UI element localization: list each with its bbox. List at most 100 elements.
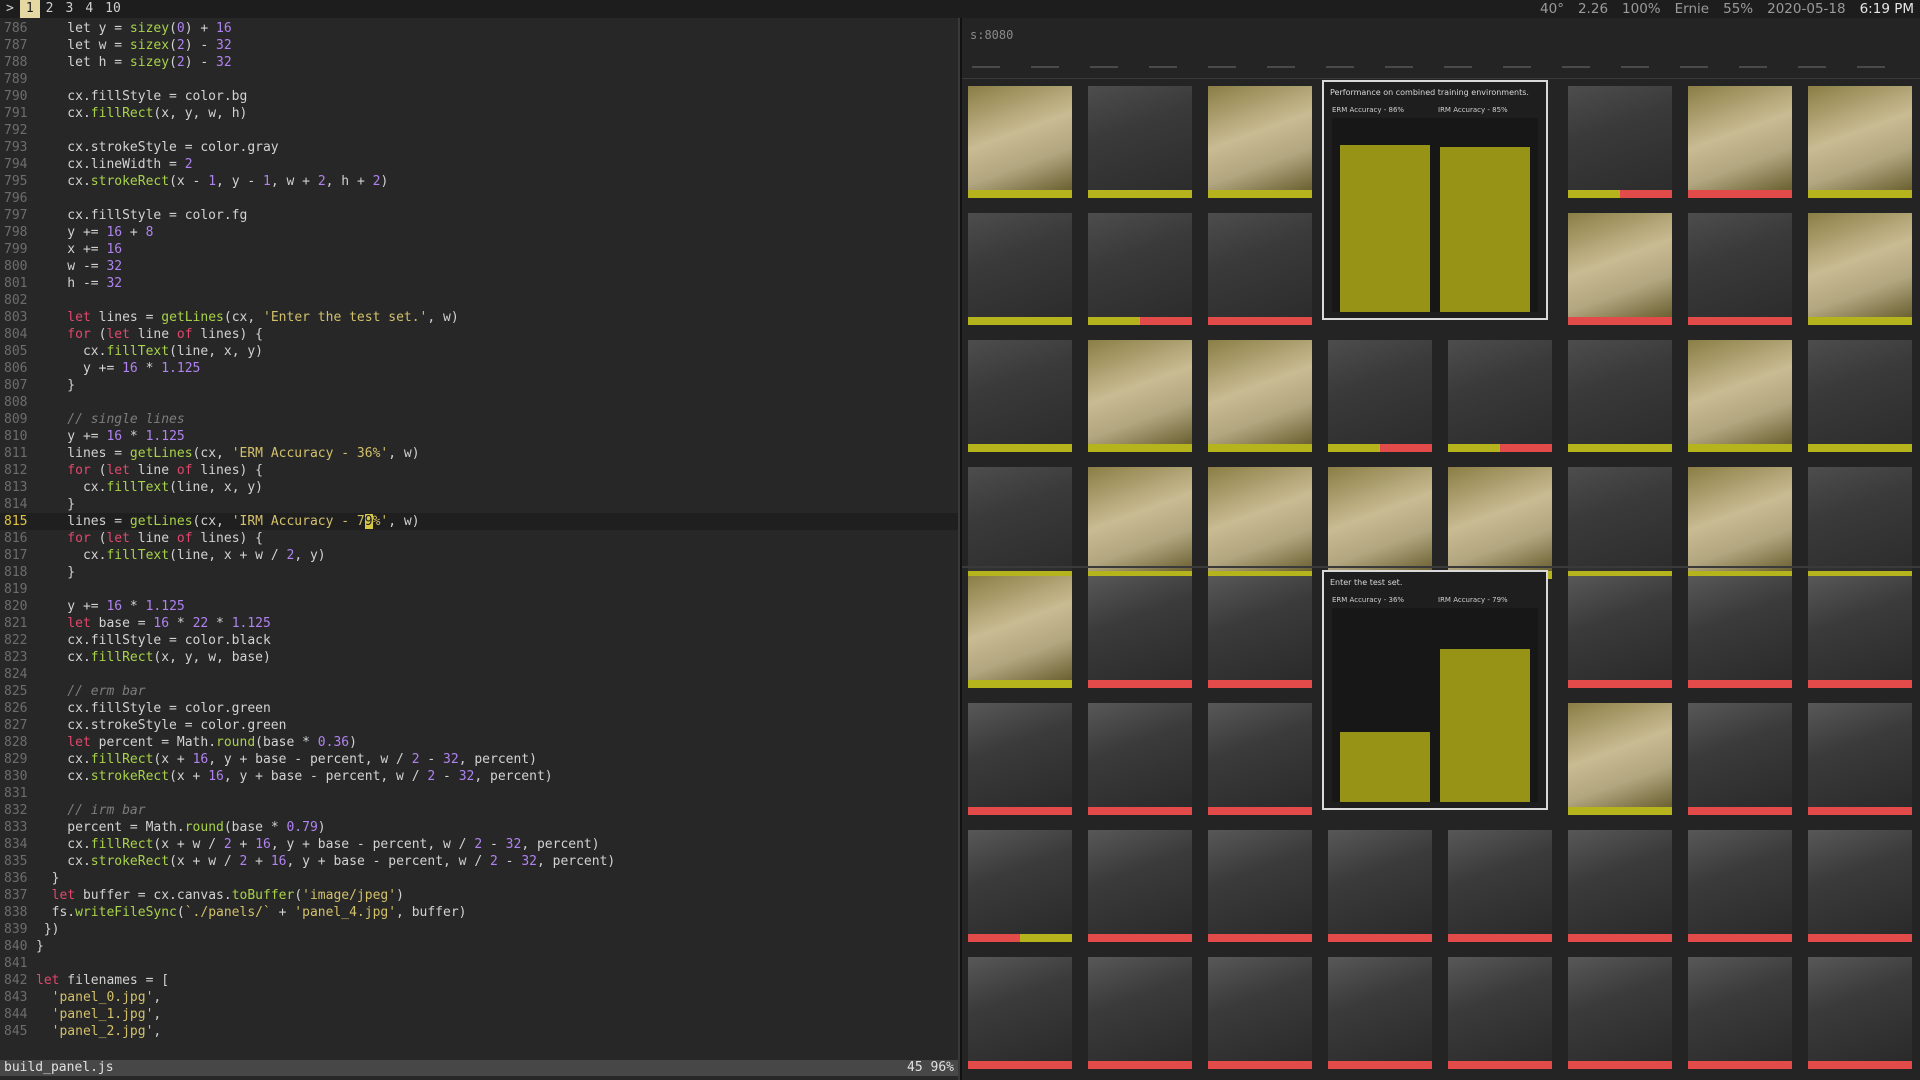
thumbnail[interactable]	[1448, 340, 1552, 452]
code-line[interactable]: 805 cx.fillText(line, x, y)	[0, 343, 958, 360]
code-line[interactable]: 842 let filenames = [	[0, 972, 958, 989]
code-line[interactable]: 803 let lines = getLines(cx, 'Enter the …	[0, 309, 958, 326]
thumbnail[interactable]	[968, 213, 1072, 325]
code-line[interactable]: 825 // erm bar	[0, 683, 958, 700]
thumbnail[interactable]	[1208, 467, 1312, 579]
code-line[interactable]: 821 let base = 16 * 22 * 1.125	[0, 615, 958, 632]
code-line[interactable]: 790 cx.fillStyle = color.bg	[0, 88, 958, 105]
thumbnail[interactable]	[1328, 957, 1432, 1069]
thumbnail[interactable]	[1688, 576, 1792, 688]
code-line[interactable]: 792	[0, 122, 958, 139]
code-line[interactable]: 787 let w = sizex(2) - 32	[0, 37, 958, 54]
thumbnail[interactable]	[968, 86, 1072, 198]
thumbnail[interactable]	[1088, 467, 1192, 579]
code-line[interactable]: 804 for (let line of lines) {	[0, 326, 958, 343]
thumbnail[interactable]	[968, 576, 1072, 688]
thumbnail[interactable]	[1688, 703, 1792, 815]
code-line[interactable]: 832 // irm bar	[0, 802, 958, 819]
thumbnail[interactable]	[1688, 340, 1792, 452]
thumbnail[interactable]	[1088, 576, 1192, 688]
thumbnail[interactable]	[1448, 467, 1552, 579]
thumbnail[interactable]	[1568, 86, 1672, 198]
code-line[interactable]: 829 cx.fillRect(x + 16, y + base - perce…	[0, 751, 958, 768]
code-line[interactable]: 812 for (let line of lines) {	[0, 462, 958, 479]
code-line[interactable]: 807 }	[0, 377, 958, 394]
code-line[interactable]: 813 cx.fillText(line, x, y)	[0, 479, 958, 496]
code-line[interactable]: 786 let y = sizey(0) + 16	[0, 20, 958, 37]
code-line[interactable]: 840}	[0, 938, 958, 955]
code-line[interactable]: 837 let buffer = cx.canvas.toBuffer('ima…	[0, 887, 958, 904]
code-line[interactable]: 839 })	[0, 921, 958, 938]
code-line[interactable]: 845 'panel_2.jpg',	[0, 1023, 958, 1040]
thumbnail[interactable]	[1208, 830, 1312, 942]
thumbnail[interactable]	[1208, 576, 1312, 688]
thumbnail[interactable]	[1808, 86, 1912, 198]
code-line[interactable]: 820 y += 16 * 1.125	[0, 598, 958, 615]
thumbnail[interactable]	[1088, 213, 1192, 325]
code-line[interactable]: 788 let h = sizey(2) - 32	[0, 54, 958, 71]
thumbnail[interactable]	[1568, 830, 1672, 942]
code-line[interactable]: 789	[0, 71, 958, 88]
code-line[interactable]: 802	[0, 292, 958, 309]
code-line[interactable]: 826 cx.fillStyle = color.green	[0, 700, 958, 717]
thumbnail[interactable]	[1328, 830, 1432, 942]
thumbnail[interactable]	[1808, 703, 1912, 815]
thumbnail[interactable]	[1088, 957, 1192, 1069]
thumbnail[interactable]	[1448, 830, 1552, 942]
thumbnail[interactable]	[1208, 703, 1312, 815]
code-line[interactable]: 843 'panel_0.jpg',	[0, 989, 958, 1006]
thumbnail[interactable]	[968, 467, 1072, 579]
code-line[interactable]: 793 cx.strokeStyle = color.gray	[0, 139, 958, 156]
code-line[interactable]: 797 cx.fillStyle = color.fg	[0, 207, 958, 224]
code-line[interactable]: 830 cx.strokeRect(x + 16, y + base - per…	[0, 768, 958, 785]
thumbnail[interactable]	[1088, 86, 1192, 198]
code-line[interactable]: 810 y += 16 * 1.125	[0, 428, 958, 445]
thumbnail[interactable]	[1088, 830, 1192, 942]
thumbnail[interactable]	[1088, 340, 1192, 452]
thumbnail[interactable]	[968, 703, 1072, 815]
thumbnail[interactable]	[1208, 340, 1312, 452]
thumbnail[interactable]	[1208, 957, 1312, 1069]
code-line[interactable]: 801 h -= 32	[0, 275, 958, 292]
thumbnail[interactable]	[1328, 340, 1432, 452]
code-line[interactable]: 841	[0, 955, 958, 972]
code-line[interactable]: 838 fs.writeFileSync(`./panels/` + 'pane…	[0, 904, 958, 921]
thumbnail[interactable]	[1568, 703, 1672, 815]
code-line[interactable]: 835 cx.strokeRect(x + w / 2 + 16, y + ba…	[0, 853, 958, 870]
image-viewer[interactable]: s:8080 Performance on combined training …	[962, 18, 1920, 1080]
code-line[interactable]: 815 lines = getLines(cx, 'IRM Accuracy -…	[0, 513, 958, 530]
thumbnail[interactable]	[1568, 957, 1672, 1069]
code-line[interactable]: 827 cx.strokeStyle = color.green	[0, 717, 958, 734]
thumbnail[interactable]	[1808, 957, 1912, 1069]
code-lines[interactable]: 786 let y = sizey(0) + 16 787 let w = siz…	[0, 20, 958, 1040]
code-line[interactable]: 798 y += 16 + 8	[0, 224, 958, 241]
thumbnail[interactable]	[1808, 340, 1912, 452]
code-line[interactable]: 796	[0, 190, 958, 207]
thumbnail[interactable]	[1688, 86, 1792, 198]
code-line[interactable]: 828 let percent = Math.round(base * 0.36…	[0, 734, 958, 751]
code-editor[interactable]: 786 let y = sizey(0) + 16 787 let w = siz…	[0, 18, 960, 1080]
code-line[interactable]: 811 lines = getLines(cx, 'ERM Accuracy -…	[0, 445, 958, 462]
code-line[interactable]: 844 'panel_1.jpg',	[0, 1006, 958, 1023]
code-line[interactable]: 822 cx.fillStyle = color.black	[0, 632, 958, 649]
thumbnail[interactable]	[1568, 467, 1672, 579]
thumbnail[interactable]	[1568, 213, 1672, 325]
code-line[interactable]: 791 cx.fillRect(x, y, w, h)	[0, 105, 958, 122]
thumbnail[interactable]	[1808, 467, 1912, 579]
code-line[interactable]: 833 percent = Math.round(base * 0.79)	[0, 819, 958, 836]
thumbnail[interactable]	[1688, 957, 1792, 1069]
code-line[interactable]: 823 cx.fillRect(x, y, w, base)	[0, 649, 958, 666]
thumbnail[interactable]	[1208, 86, 1312, 198]
thumbnail[interactable]	[968, 957, 1072, 1069]
code-line[interactable]: 816 for (let line of lines) {	[0, 530, 958, 547]
thumbnail[interactable]	[1568, 576, 1672, 688]
thumbnail[interactable]	[968, 830, 1072, 942]
code-line[interactable]: 800 w -= 32	[0, 258, 958, 275]
thumbnail[interactable]	[1328, 467, 1432, 579]
thumbnail[interactable]	[1208, 213, 1312, 325]
workspace-3[interactable]: 3	[59, 0, 79, 18]
code-line[interactable]: 808	[0, 394, 958, 411]
thumbnail[interactable]	[1808, 830, 1912, 942]
thumbnail[interactable]	[1688, 830, 1792, 942]
code-line[interactable]: 836 }	[0, 870, 958, 887]
